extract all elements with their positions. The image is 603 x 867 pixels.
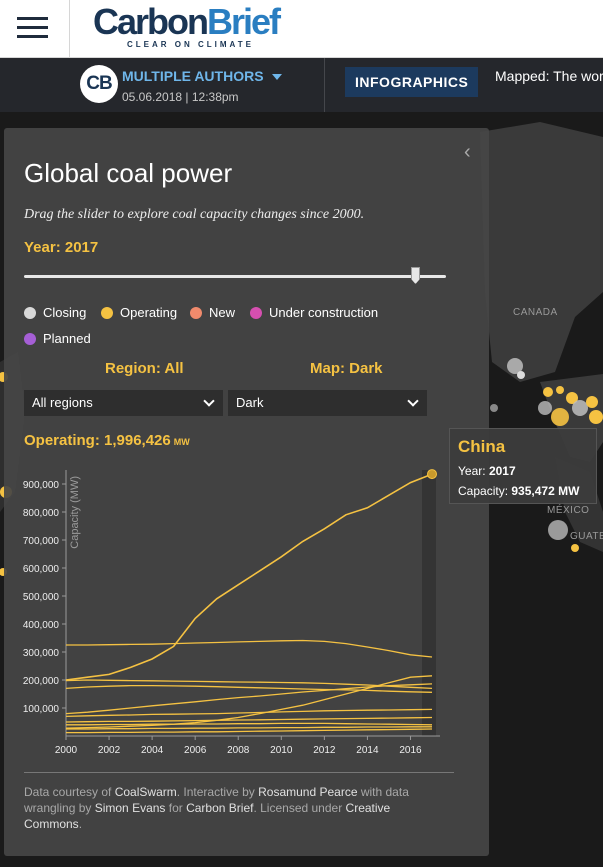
legend-item-under-construction[interactable]: Under construction — [250, 305, 378, 320]
credits-text: for — [165, 801, 187, 815]
credits-text: . Interactive by — [176, 785, 259, 799]
carbonbrief-link[interactable]: Carbon Brief — [186, 801, 253, 815]
legend-item-closing[interactable]: Closing — [24, 305, 86, 320]
chevron-down-icon — [407, 395, 419, 407]
y-tick-label: 400,000 — [23, 620, 60, 631]
highlight-point-china — [427, 469, 437, 480]
y-axis-title: Capacity (MW) — [69, 476, 81, 549]
series-line — [66, 728, 433, 734]
y-tick-label: 300,000 — [23, 648, 60, 659]
site-logo[interactable]: CarbonBrief CLEAR ON CLIMATE — [93, 1, 281, 50]
region-select[interactable]: All regions — [24, 390, 223, 416]
credits-text: . — [78, 817, 83, 831]
tooltip-capacity-label: Capacity: — [458, 484, 509, 498]
map-label-guatemala: GUATE — [570, 531, 603, 542]
legend-label: New — [209, 305, 236, 320]
legend-dot-planned — [24, 332, 36, 345]
china-tooltip: China Year: 2017 Capacity: 935,472 MW — [449, 428, 597, 504]
chevron-down-icon — [203, 395, 215, 407]
series-line — [65, 683, 433, 715]
legend-item-operating[interactable]: Operating — [101, 305, 177, 320]
y-tick-label: 100,000 — [23, 704, 60, 715]
x-tick-label: 2008 — [227, 745, 250, 756]
coalswarm-link[interactable]: CoalSwarm — [115, 785, 177, 799]
publish-date: 05.06.2018 | 12:38pm — [122, 90, 239, 104]
year-slider-track[interactable] — [24, 275, 446, 278]
simon-link[interactable]: Simon Evans — [95, 801, 166, 815]
operating-capacity-value: Operating: 1,996,426 — [24, 432, 171, 449]
map-style-label: Map: Dark — [310, 360, 383, 377]
credits-text: Data courtesy of — [24, 785, 115, 799]
rosamund-link[interactable]: Rosamund Pearce — [258, 785, 357, 799]
year-label: Year: 2017 — [24, 239, 99, 256]
legend-label: Under construction — [269, 305, 379, 320]
map-label-canada: CANADA — [513, 307, 558, 318]
tooltip-capacity-value: 935,472 MW — [511, 484, 580, 498]
credits: Data courtesy of CoalSwarm. Interactive … — [24, 784, 444, 832]
tooltip-year-row: Year: 2017 — [458, 464, 516, 478]
tooltip-capacity-row: Capacity: 935,472 MW — [458, 484, 579, 498]
tooltip-title: China — [458, 437, 506, 456]
x-tick-label: 2016 — [399, 745, 422, 756]
capacity-line-chart[interactable]: 100,000 200,000 300,000 400,000 500,000 600,0… — [14, 462, 454, 760]
y-tick-label: 900,000 — [23, 480, 60, 491]
panel-title: Global coal power — [24, 158, 233, 188]
map-style-select-value: Dark — [236, 395, 264, 410]
legend-item-new[interactable]: New — [190, 305, 235, 320]
legend-dot-new — [190, 306, 202, 319]
y-tick-label: 500,000 — [23, 592, 60, 603]
y-tick-label: 200,000 — [23, 676, 60, 687]
legend-dot-operating — [101, 306, 113, 319]
author-dropdown-caret-icon[interactable] — [272, 74, 282, 80]
y-tick-label: 600,000 — [23, 564, 60, 575]
article-bar-divider — [324, 58, 325, 112]
legend-label: Operating — [120, 305, 178, 320]
hamburger-menu-icon[interactable] — [0, 0, 70, 58]
logo-text-carbon: Carbon — [93, 1, 209, 42]
series-line — [65, 716, 433, 723]
legend-item-planned[interactable]: Planned — [24, 331, 91, 346]
footer-divider — [24, 772, 454, 773]
site-header: CarbonBrief CLEAR ON CLIMATE — [0, 0, 603, 58]
x-tick-label: 2004 — [141, 745, 164, 756]
panel-subtitle: Drag the slider to explore coal capacity… — [24, 207, 365, 222]
legend-label: Planned — [43, 331, 91, 346]
region-label: Region: All — [105, 360, 184, 377]
region-select-value: All regions — [32, 395, 93, 410]
series-line — [66, 722, 433, 726]
map-style-select[interactable]: Dark — [228, 390, 427, 416]
y-tick-label: 800,000 — [23, 508, 60, 519]
category-badge[interactable]: INFOGRAPHICS — [345, 67, 479, 97]
logo-text-brief: Brief — [207, 1, 281, 42]
credits-text: . Licensed under — [253, 801, 346, 815]
x-tick-label: 2014 — [356, 745, 379, 756]
collapse-panel-chevron-icon[interactable]: ‹ — [464, 141, 471, 164]
x-tick-label: 2012 — [313, 745, 336, 756]
map-label-mexico: MÉXICO — [547, 505, 590, 516]
y-tick-label: 700,000 — [23, 536, 60, 547]
x-tick-label: 2006 — [184, 745, 207, 756]
legend-label: Closing — [43, 305, 87, 320]
legend-dot-closing — [24, 306, 36, 319]
operating-capacity-unit: MW — [173, 437, 190, 447]
x-tick-label: 2010 — [270, 745, 293, 756]
operating-capacity: Operating: 1,996,426 MW — [24, 432, 190, 449]
series-line — [66, 639, 433, 658]
article-title: Mapped: The world's coal power plants — [495, 68, 603, 84]
x-tick-label: 2002 — [98, 745, 121, 756]
x-tick-label: 2000 — [55, 745, 78, 756]
author-name-link[interactable]: MULTIPLE AUTHORS — [122, 68, 264, 84]
current-year-band — [422, 470, 436, 736]
tooltip-year-label: Year: — [458, 464, 486, 478]
legend-dot-under-construction — [250, 306, 262, 319]
tooltip-year-value: 2017 — [488, 464, 516, 478]
author-avatar: CB — [80, 65, 118, 103]
